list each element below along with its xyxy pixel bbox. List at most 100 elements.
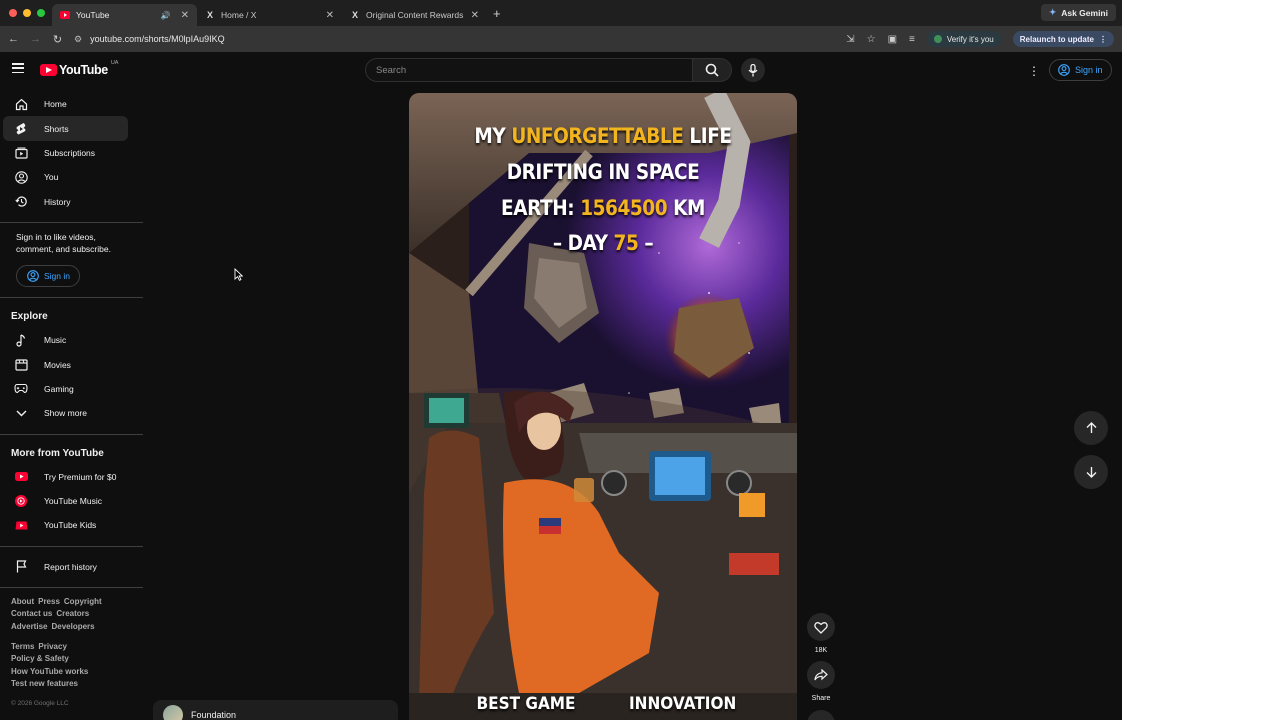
x-favicon-icon: X bbox=[351, 10, 358, 20]
youtube-logo[interactable]: YouTube UA bbox=[40, 60, 118, 77]
sidebar-sign-in-button[interactable]: Sign in bbox=[16, 264, 80, 287]
short-video-player[interactable]: MY UNFORGETTABLE LIFE DRIFTING IN SPACE … bbox=[409, 93, 797, 720]
music-icon bbox=[14, 334, 28, 347]
tab-original-content[interactable]: X Original Content Rewards App ✕ bbox=[342, 4, 487, 26]
close-tab-icon[interactable]: ✕ bbox=[471, 10, 479, 21]
mouse-cursor-icon bbox=[234, 268, 243, 281]
shorts-icon bbox=[14, 122, 28, 136]
footer-link-press[interactable]: Press bbox=[38, 597, 60, 606]
ask-gemini-button[interactable]: ✦ Ask Gemini bbox=[1041, 4, 1116, 21]
new-tab-icon[interactable]: + bbox=[493, 6, 501, 21]
settings-menu-icon[interactable]: ⋮ bbox=[1028, 64, 1040, 78]
sidebar-item-home[interactable]: Home bbox=[3, 92, 128, 116]
verify-profile-button[interactable]: Verify it's you bbox=[926, 31, 1001, 47]
forward-icon[interactable]: → bbox=[30, 33, 41, 45]
heart-icon bbox=[814, 621, 828, 634]
search-placeholder: Search bbox=[376, 64, 407, 76]
explore-heading: Explore bbox=[11, 311, 48, 323]
site-settings-icon[interactable]: ⚙ bbox=[74, 34, 82, 45]
overlay-line-4: – DAY 75 – bbox=[432, 231, 773, 255]
next-short-button[interactable] bbox=[1074, 455, 1108, 489]
side-panel-icon[interactable]: ▣ bbox=[888, 34, 897, 45]
sign-in-label: Sign in bbox=[44, 270, 70, 281]
sidebar-item-youtube-music[interactable]: YouTube Music bbox=[3, 489, 128, 513]
relaunch-update-button[interactable]: Relaunch to update ⋮ bbox=[1012, 31, 1114, 47]
footer-link-about[interactable]: About bbox=[11, 597, 34, 606]
sidebar-item-premium[interactable]: Try Premium for $0 bbox=[3, 465, 128, 489]
subscriptions-icon bbox=[14, 146, 28, 160]
footer-link-creators[interactable]: Creators bbox=[56, 609, 89, 618]
more-action bbox=[807, 710, 835, 720]
sidebar-item-youtube-kids[interactable]: YouTube Kids bbox=[3, 513, 128, 537]
more-actions-button[interactable] bbox=[807, 710, 835, 720]
search-input[interactable]: Search bbox=[365, 58, 693, 82]
sidebar-item-label: YouTube Kids bbox=[44, 520, 97, 531]
sidebar-item-music[interactable]: Music bbox=[3, 328, 128, 352]
youtube-favicon-icon bbox=[60, 10, 70, 20]
search-button[interactable] bbox=[692, 58, 732, 82]
close-tab-icon[interactable]: ✕ bbox=[326, 10, 334, 21]
sign-in-button[interactable]: Sign in bbox=[1049, 59, 1112, 81]
footer-link-policy-safety[interactable]: Policy & Safety bbox=[11, 654, 69, 663]
footer-links-secondary: Terms Privacy Policy & Safety How YouTube… bbox=[0, 641, 143, 690]
tab-x-home[interactable]: X Home / X ✕ bbox=[197, 4, 342, 26]
relaunch-label: Relaunch to update bbox=[1019, 34, 1094, 44]
footer-link-developers[interactable]: Developers bbox=[51, 622, 94, 631]
youtube-play-icon bbox=[40, 64, 57, 76]
tab-title: Original Content Rewards App bbox=[366, 10, 465, 20]
bottom-text-left: BEST GAME bbox=[476, 694, 576, 714]
tab-youtube[interactable]: YouTube 🔊 ✕ bbox=[52, 4, 197, 26]
overlay-line-3: EARTH: 1564500 KM bbox=[432, 196, 773, 220]
footer-link-contact[interactable]: Contact us bbox=[11, 609, 52, 618]
flag-icon bbox=[14, 560, 28, 573]
voice-search-button[interactable] bbox=[741, 58, 765, 82]
blank-screen-area bbox=[1122, 0, 1280, 720]
share-icon bbox=[814, 669, 828, 681]
sidebar-item-movies[interactable]: Movies bbox=[3, 352, 128, 376]
window-controls bbox=[0, 9, 52, 17]
overlay-text-segment: – bbox=[638, 231, 654, 255]
gemini-sparkle-icon: ✦ bbox=[1049, 7, 1057, 17]
divider bbox=[0, 587, 143, 589]
sidebar-item-shorts[interactable]: Shorts bbox=[3, 116, 128, 141]
footer-link-how-youtube-works[interactable]: How YouTube works bbox=[11, 667, 88, 676]
footer-link-privacy[interactable]: Privacy bbox=[38, 642, 66, 651]
close-tab-icon[interactable]: ✕ bbox=[181, 10, 189, 21]
overlay-text-segment: KM bbox=[667, 196, 705, 220]
tab-search-icon[interactable]: ≡ bbox=[909, 34, 915, 45]
bookmark-star-icon[interactable]: ☆ bbox=[867, 34, 876, 45]
share-action: Share bbox=[807, 661, 835, 702]
gaming-icon bbox=[14, 383, 28, 394]
reload-icon[interactable]: ↻ bbox=[52, 33, 63, 46]
previous-short-button[interactable] bbox=[1074, 411, 1108, 445]
you-icon bbox=[14, 171, 28, 184]
youtube-premium-icon bbox=[14, 472, 28, 482]
sidebar-item-report-history[interactable]: Report history bbox=[3, 555, 128, 579]
sidebar-item-label: YouTube Music bbox=[44, 496, 102, 507]
address-bar[interactable]: ⚙ youtube.com/shorts/M0lpIAu9IKQ bbox=[74, 34, 835, 45]
footer-link-test-features[interactable]: Test new features bbox=[11, 679, 78, 688]
share-label: Share bbox=[811, 695, 831, 702]
footer-link-copyright[interactable]: Copyright bbox=[64, 597, 102, 606]
like-button[interactable] bbox=[807, 613, 835, 641]
footer-link-terms[interactable]: Terms bbox=[11, 642, 34, 651]
sidebar-item-label: Music bbox=[44, 335, 67, 346]
maximize-window-button[interactable] bbox=[37, 9, 45, 17]
sidebar-item-show-more[interactable]: Show more bbox=[3, 401, 128, 425]
close-window-button[interactable] bbox=[9, 9, 17, 17]
back-icon[interactable]: ← bbox=[8, 33, 19, 45]
minimize-window-button[interactable] bbox=[23, 9, 31, 17]
sidebar-item-label: Home bbox=[44, 99, 67, 110]
sidebar-item-subscriptions[interactable]: Subscriptions bbox=[3, 141, 128, 165]
share-button[interactable] bbox=[807, 661, 835, 689]
sidebar-item-you[interactable]: You bbox=[3, 165, 128, 189]
channel-card[interactable]: Foundation bbox=[153, 700, 398, 720]
menu-icon[interactable] bbox=[12, 63, 24, 73]
browser-toolbar: ← → ↻ ⚙ youtube.com/shorts/M0lpIAu9IKQ ⇲… bbox=[0, 26, 1122, 52]
sidebar-item-gaming[interactable]: Gaming bbox=[3, 377, 128, 401]
history-icon bbox=[14, 195, 28, 208]
footer-link-advertise[interactable]: Advertise bbox=[11, 622, 47, 631]
install-app-icon[interactable]: ⇲ bbox=[846, 34, 854, 45]
sidebar-item-history[interactable]: History bbox=[3, 190, 128, 214]
speaker-icon[interactable]: 🔊 bbox=[161, 11, 171, 20]
